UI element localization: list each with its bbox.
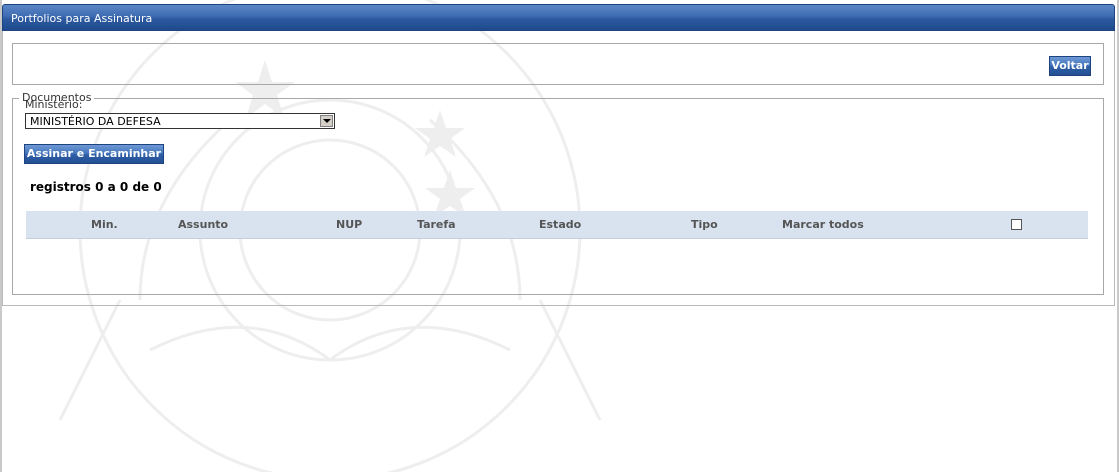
- column-header-tarefa[interactable]: Tarefa: [417, 218, 456, 231]
- table-header: Min. Assunto NUP Tarefa Estado Tipo Marc…: [26, 211, 1088, 239]
- toolbar: Voltar: [12, 43, 1104, 85]
- ministry-label: Ministério:: [25, 98, 83, 111]
- back-button[interactable]: Voltar: [1049, 56, 1091, 76]
- panel-body: Voltar Documentos: [2, 31, 1115, 306]
- column-header-estado[interactable]: Estado: [539, 218, 581, 231]
- sign-and-forward-button[interactable]: Assinar e Encaminhar: [24, 144, 164, 164]
- column-header-marcar-todos: Marcar todos: [782, 218, 864, 231]
- column-header-tipo[interactable]: Tipo: [691, 218, 718, 231]
- panel-header: Portfolios para Assinatura: [2, 4, 1115, 31]
- ministry-select[interactable]: MINISTÉRIO DA DEFESA: [25, 113, 335, 129]
- column-header-min[interactable]: Min.: [91, 218, 118, 231]
- ministry-select-value: MINISTÉRIO DA DEFESA: [30, 115, 161, 128]
- chevron-down-icon[interactable]: [320, 115, 333, 127]
- column-header-assunto[interactable]: Assunto: [178, 218, 228, 231]
- column-header-nup[interactable]: NUP: [336, 218, 362, 231]
- select-all-checkbox[interactable]: [1011, 219, 1022, 230]
- records-count: registros 0 a 0 de 0: [30, 180, 162, 194]
- panel-title: Portfolios para Assinatura: [11, 12, 153, 25]
